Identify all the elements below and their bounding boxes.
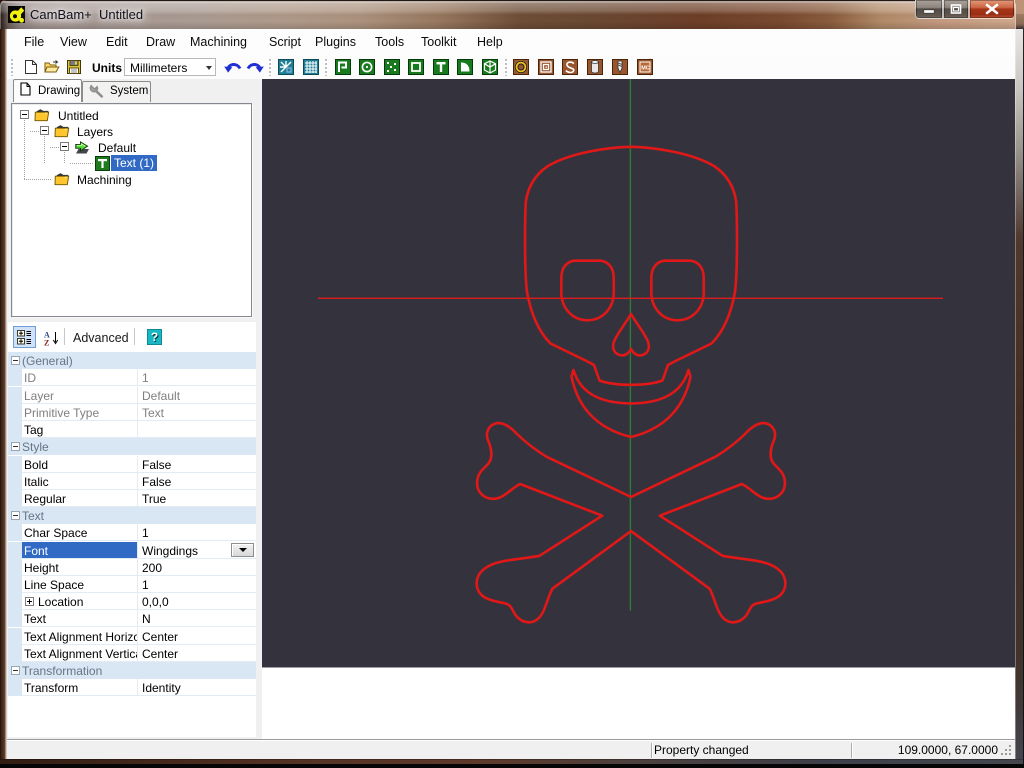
svg-text:MC: MC [641, 66, 650, 72]
svg-text:Z: Z [44, 339, 49, 347]
